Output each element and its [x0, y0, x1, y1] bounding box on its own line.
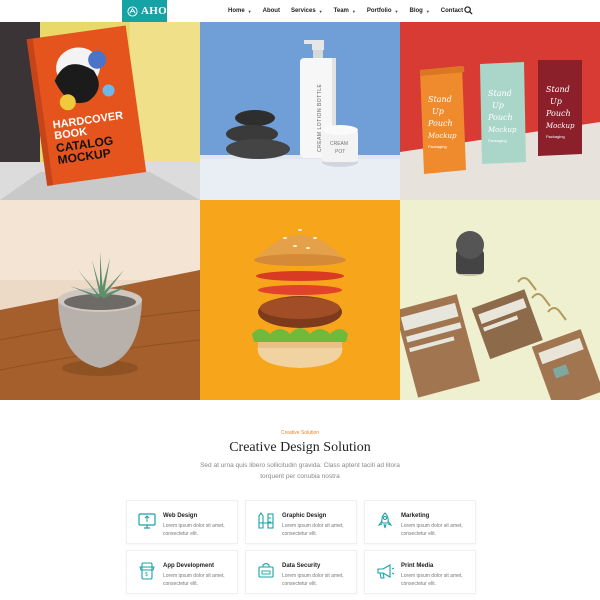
- chevron-down-icon: ▼: [425, 8, 430, 14]
- search-icon[interactable]: [464, 6, 473, 15]
- pouch2-line-5: Packaging: [488, 138, 507, 143]
- logo-text: AHO: [141, 5, 167, 17]
- pouch3-line-4: Mockup: [545, 122, 575, 130]
- service-card-print-media[interactable]: Print Media Lorem ipsum dolor sit amet, …: [364, 550, 476, 594]
- nav-home[interactable]: Home ▼: [228, 8, 252, 14]
- service-text: Lorem ipsum dolor sit amet, consectetur …: [401, 573, 463, 587]
- pouches-image: Stand Up Pouch Mockup Packaging Stand Up…: [400, 22, 600, 200]
- portfolio-item-stationery[interactable]: [400, 200, 600, 400]
- portfolio-item-cream[interactable]: CREAM LOTION BOTTLE CREAM POT: [200, 22, 400, 200]
- service-card-data-security[interactable]: Data Security Lorem ipsum dolor sit amet…: [245, 550, 357, 594]
- section-title: Creative Design Solution: [229, 440, 371, 455]
- mobile-store-icon: $: [139, 562, 155, 580]
- web-design-icon: [138, 513, 156, 529]
- service-text: Lorem ipsum dolor sit amet, consectetur …: [163, 573, 225, 587]
- nav-team[interactable]: Team ▼: [334, 8, 356, 14]
- pouch2-line-4: Mockup: [487, 126, 517, 134]
- chevron-down-icon: ▼: [318, 8, 323, 14]
- service-title: Print Media: [401, 563, 434, 569]
- portfolio-item-book[interactable]: HARDCOVER BOOK CATALOG MOCKUP: [0, 22, 200, 200]
- pot-line-1: CREAM: [330, 141, 348, 147]
- plant-image: [0, 200, 200, 400]
- nav-portfolio[interactable]: Portfolio ▼: [367, 8, 399, 14]
- svg-text:$: $: [145, 572, 148, 578]
- logo-icon: [127, 5, 138, 17]
- cream-image: CREAM LOTION BOTTLE CREAM POT: [200, 22, 400, 200]
- pouch1-line-5: Packaging: [428, 144, 447, 149]
- nav-home-label: Home: [228, 8, 245, 14]
- service-card-graphic-design[interactable]: Graphic Design Lorem ipsum dolor sit ame…: [245, 500, 357, 544]
- portfolio-item-pouches[interactable]: Stand Up Pouch Mockup Packaging Stand Up…: [400, 22, 600, 200]
- service-text: Lorem ipsum dolor sit amet, consectetur …: [401, 523, 463, 537]
- portfolio-item-burger[interactable]: [200, 200, 400, 400]
- nav-contact[interactable]: Contact: [441, 8, 463, 14]
- service-title: Web Design: [163, 513, 198, 519]
- nav-about[interactable]: About: [263, 8, 280, 14]
- pouch1-line-3: Pouch: [427, 119, 453, 128]
- service-title: App Development: [163, 563, 215, 569]
- burger-image: [200, 200, 400, 400]
- chevron-down-icon: ▼: [351, 8, 356, 14]
- portfolio-item-plant[interactable]: [0, 200, 200, 400]
- pot-line-2: POT: [335, 149, 345, 155]
- service-text: Lorem ipsum dolor sit amet, consectetur …: [163, 523, 225, 537]
- nav-blog-label: Blog: [409, 8, 423, 14]
- chevron-down-icon: ▼: [247, 8, 252, 14]
- site-header: AHO Home ▼ About Services ▼ Team ▼ Portfoli…: [0, 0, 600, 22]
- service-card-app-development[interactable]: $ App Development Lorem ipsum dolor sit …: [126, 550, 238, 594]
- section-kicker: Creative Solution: [280, 430, 320, 436]
- book-image: HARDCOVER BOOK CATALOG MOCKUP: [0, 22, 200, 200]
- service-title: Data Security: [282, 563, 321, 569]
- nav-contact-label: Contact: [440, 8, 464, 14]
- service-text: Lorem ipsum dolor sit amet, consectetur …: [282, 573, 344, 587]
- nav-services[interactable]: Services ▼: [291, 8, 323, 14]
- pouch1-line-4: Mockup: [427, 132, 457, 140]
- service-card-marketing[interactable]: Marketing Lorem ipsum dolor sit amet, co…: [364, 500, 476, 544]
- portfolio-grid: HARDCOVER BOOK CATALOG MOCKUP CREAM LOTI…: [0, 22, 600, 400]
- section-description: Sed at urna quis libero sollicitudin gra…: [200, 462, 400, 480]
- main-nav: Home ▼ About Services ▼ Team ▼ Portfolio ▼ B…: [228, 0, 463, 22]
- megaphone-icon: [377, 564, 395, 579]
- pouch2-line-2: Up: [492, 101, 504, 110]
- nav-portfolio-label: Portfolio: [366, 8, 392, 14]
- pouch2-line-1: Stand: [488, 89, 512, 98]
- service-text: Lorem ipsum dolor sit amet, consectetur …: [282, 523, 344, 537]
- service-title: Graphic Design: [282, 513, 327, 519]
- pouch3-line-5: Packaging: [546, 134, 565, 139]
- pouch2-line-3: Pouch: [487, 113, 513, 122]
- logo[interactable]: AHO: [122, 0, 167, 22]
- pouch1-line-1: Stand: [428, 95, 452, 104]
- pouch1-line-2: Up: [432, 107, 444, 116]
- lock-icon: [258, 562, 274, 578]
- service-card-web-design[interactable]: Web Design Lorem ipsum dolor sit amet, c…: [126, 500, 238, 544]
- pouch3-line-1: Stand: [546, 85, 570, 94]
- nav-blog[interactable]: Blog ▼: [409, 8, 429, 14]
- nav-services-label: Services: [290, 8, 316, 14]
- rocket-icon: [377, 512, 393, 529]
- stationery-image: [400, 200, 600, 400]
- pouch3-line-3: Pouch: [545, 109, 571, 118]
- services-section: Creative Solution Creative Design Soluti…: [0, 400, 600, 600]
- nav-team-label: Team: [333, 8, 349, 14]
- pouch3-line-2: Up: [550, 97, 562, 106]
- nav-about-label: About: [262, 8, 280, 14]
- service-title: Marketing: [401, 513, 430, 519]
- chevron-down-icon: ▼: [394, 8, 399, 14]
- graphic-design-icon: [258, 512, 274, 529]
